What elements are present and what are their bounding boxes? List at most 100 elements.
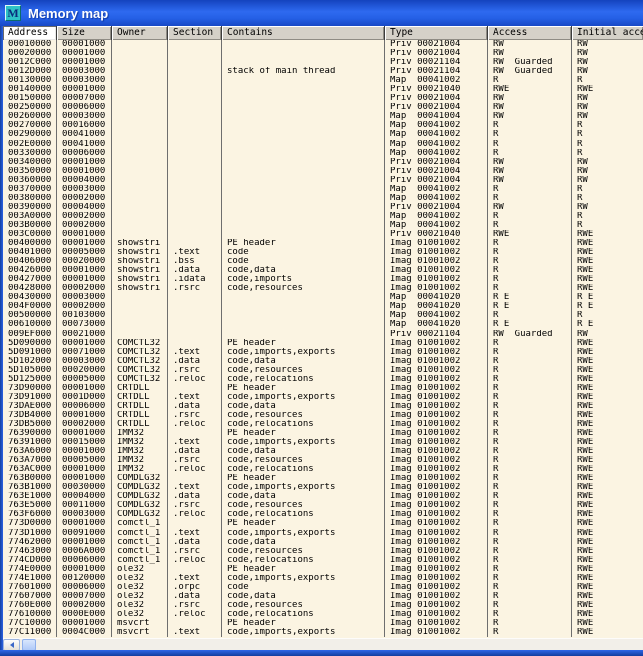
table-row[interactable]: 0040100000005000showstri.textcodeImag 01… bbox=[3, 248, 643, 257]
table-row[interactable]: 773D100000091000comctl_1.textcode,import… bbox=[3, 529, 643, 538]
table-row[interactable]: 774CD00000006000comctl_1.reloccode,reloc… bbox=[3, 556, 643, 565]
table-row[interactable]: 0012C00000001000Priv 00021104RW GuardedR… bbox=[3, 58, 643, 67]
table-row[interactable]: 0035000000001000Priv 00021004RWRW bbox=[3, 167, 643, 176]
column-header-address[interactable]: Address bbox=[3, 26, 57, 40]
column-header-section[interactable]: Section bbox=[168, 26, 222, 40]
cell-initial-access: RWE bbox=[572, 429, 643, 438]
table-row[interactable]: 5D10200000003000COMCTL32.datacode,dataIm… bbox=[3, 357, 643, 366]
title-bar[interactable]: M Memory map bbox=[0, 0, 643, 26]
table-row[interactable]: 763AC00000001000IMM32.reloccode,relocati… bbox=[3, 465, 643, 474]
table-row[interactable]: 7639100000015000IMM32.textcode,imports,e… bbox=[3, 438, 643, 447]
table-row[interactable]: 0014000000001000Priv 00021040RWERWE bbox=[3, 85, 643, 94]
table-row[interactable]: 7760700000007000ole32.datacode,dataImag … bbox=[3, 592, 643, 601]
column-header-owner[interactable]: Owner bbox=[112, 26, 168, 40]
table-row[interactable]: 004F000000002000Map 00041020R ER E bbox=[3, 302, 643, 311]
table-row[interactable]: 77C110000004C000msvcrt.textcode,imports,… bbox=[3, 628, 643, 637]
cell-section: .rsrc bbox=[168, 284, 222, 293]
table-row[interactable]: 73D910000001D000CRTDLL.textcode,imports,… bbox=[3, 393, 643, 402]
table-row[interactable]: 73DAE00000006000CRTDLL.datacode,dataImag… bbox=[3, 402, 643, 411]
table-row[interactable]: 0042700000001000showstri.idatacode,impor… bbox=[3, 275, 643, 284]
table-row[interactable]: 73D9000000001000CRTDLLPE headerImag 0100… bbox=[3, 384, 643, 393]
table-row[interactable]: 73DB500000002000CRTDLL.reloccode,relocat… bbox=[3, 420, 643, 429]
table-row[interactable]: 73DB400000001000CRTDLL.rsrccode,resource… bbox=[3, 411, 643, 420]
table-row[interactable]: 5D10500000020000COMCTL32.rsrccode,resour… bbox=[3, 366, 643, 375]
table-row[interactable]: 0040600000020000showstri.bsscodeImag 010… bbox=[3, 257, 643, 266]
table-row[interactable]: 0037000000003000Map 00041002RR bbox=[3, 185, 643, 194]
cell-type: Imag 01001002 bbox=[385, 583, 488, 592]
table-row[interactable]: 0039000000004000Priv 00021004RWRW bbox=[3, 203, 643, 212]
table-row[interactable]: 0015000000007000Priv 00021004RWRW bbox=[3, 94, 643, 103]
column-header-type[interactable]: Type bbox=[385, 26, 488, 40]
table-row[interactable]: 0050000000103000Map 00041002RR bbox=[3, 311, 643, 320]
table-row[interactable]: 5D09000000001000COMCTL32PE headerImag 01… bbox=[3, 339, 643, 348]
table-row[interactable]: 003C000000001000Priv 00021040RWERWE bbox=[3, 230, 643, 239]
cell-section bbox=[168, 293, 222, 302]
table-row[interactable]: 0042600000001000showstri.datacode,dataIm… bbox=[3, 266, 643, 275]
cell-owner: COMDLG32 bbox=[112, 492, 168, 501]
table-row[interactable]: 003B000000002000Map 00041002RR bbox=[3, 221, 643, 230]
cell-contains: PE header bbox=[222, 429, 385, 438]
cell-access: R bbox=[488, 357, 572, 366]
table-row[interactable]: 0027000000016000Map 00041002RR bbox=[3, 121, 643, 130]
table-row[interactable]: 0029000000041000Map 00041002RR bbox=[3, 130, 643, 139]
cell-type: Imag 01001002 bbox=[385, 556, 488, 565]
table-row[interactable]: 0025000000006000Priv 00021004RWRW bbox=[3, 103, 643, 112]
table-row[interactable]: 7746200000001000comctl_1.datacode,dataIm… bbox=[3, 538, 643, 547]
table-row[interactable]: 763A600000001000IMM32.datacode,dataImag … bbox=[3, 447, 643, 456]
table-row[interactable]: 002E000000041000Map 00041002RR bbox=[3, 140, 643, 149]
cell-address: 00360000 bbox=[3, 176, 57, 185]
table-row[interactable]: 0001000000001000Priv 00021004RWRW bbox=[3, 40, 643, 49]
cell-address: 73DB4000 bbox=[3, 411, 57, 420]
table-row[interactable]: 0013000000003000Map 00041002RR bbox=[3, 76, 643, 85]
table-row[interactable]: 009EF00000021000Priv 00021104RW GuardedR… bbox=[3, 330, 643, 339]
column-header-size[interactable]: Size bbox=[57, 26, 112, 40]
cell-initial-access: RWE bbox=[572, 565, 643, 574]
cell-contains bbox=[222, 230, 385, 239]
table-row[interactable]: 774E000000001000ole32PE headerImag 01001… bbox=[3, 565, 643, 574]
table-row[interactable]: 763E100000004000COMDLG32.datacode,dataIm… bbox=[3, 492, 643, 501]
table-row[interactable]: 763B000000001000COMDLG32PE headerImag 01… bbox=[3, 474, 643, 483]
table-row[interactable]: 0040000000001000showstriPE headerImag 01… bbox=[3, 239, 643, 248]
table-row[interactable]: 5D12500000005000COMCTL32.reloccode,reloc… bbox=[3, 375, 643, 384]
table-row[interactable]: 773D000000001000comctl_1PE headerImag 01… bbox=[3, 519, 643, 528]
cell-type: Imag 01001002 bbox=[385, 266, 488, 275]
table-row[interactable]: 0043000000003000Map 00041020R ER E bbox=[3, 293, 643, 302]
cell-contains: code,resources bbox=[222, 547, 385, 556]
table-row[interactable]: 0033000000006000Map 00041002RR bbox=[3, 149, 643, 158]
table-row[interactable]: 763B100000030000COMDLG32.textcode,import… bbox=[3, 483, 643, 492]
table-row[interactable]: 7760100000006000ole32.orpccodeImag 01001… bbox=[3, 583, 643, 592]
column-header-access[interactable]: Access bbox=[488, 26, 572, 40]
table-row[interactable]: 0002000000001000Priv 00021004RWRW bbox=[3, 49, 643, 58]
table-row[interactable]: 763A700000005000IMM32.rsrccode,resources… bbox=[3, 456, 643, 465]
table-row[interactable]: 0038000000002000Map 00041002RR bbox=[3, 194, 643, 203]
cell-type: Imag 01001002 bbox=[385, 366, 488, 375]
cell-type: Map 00041002 bbox=[385, 185, 488, 194]
table-row[interactable]: 5D09100000071000COMCTL32.textcode,import… bbox=[3, 348, 643, 357]
table-row[interactable]: 774630000006A000comctl_1.rsrccode,resour… bbox=[3, 547, 643, 556]
table-row[interactable]: 0012D00000003000stack of main threadPriv… bbox=[3, 67, 643, 76]
column-header-contains[interactable]: Contains bbox=[222, 26, 385, 40]
table-row[interactable]: 0036000000004000Priv 00021004RWRW bbox=[3, 176, 643, 185]
cell-type: Imag 01001002 bbox=[385, 610, 488, 619]
cell-type: Imag 01001002 bbox=[385, 501, 488, 510]
table-row[interactable]: 0026000000003000Map 00041004RWRW bbox=[3, 112, 643, 121]
table-row[interactable]: 7639000000001000IMM32PE headerImag 01001… bbox=[3, 429, 643, 438]
table-row[interactable]: 003A000000002000Map 00041002RR bbox=[3, 212, 643, 221]
table-row[interactable]: 0034000000001000Priv 00021004RWRW bbox=[3, 158, 643, 167]
table-row[interactable]: 77C1000000001000msvcrtPE headerImag 0100… bbox=[3, 619, 643, 628]
table-row[interactable]: 0042800000002000showstri.rsrccode,resour… bbox=[3, 284, 643, 293]
column-header-initial-access[interactable]: Initial access bbox=[572, 26, 643, 40]
cell-contains: PE header bbox=[222, 339, 385, 348]
cell-access: R bbox=[488, 212, 572, 221]
cell-owner bbox=[112, 167, 168, 176]
cell-access: R bbox=[488, 501, 572, 510]
table-row[interactable]: 0061000000073000Map 00041020R ER E bbox=[3, 320, 643, 329]
cell-contains: PE header bbox=[222, 384, 385, 393]
table-row[interactable]: 774E100000120000ole32.textcode,imports,e… bbox=[3, 574, 643, 583]
table-row[interactable]: 7760E00000002000ole32.rsrccode,resources… bbox=[3, 601, 643, 610]
table-row[interactable]: 763E500000011000COMDLG32.rsrccode,resour… bbox=[3, 501, 643, 510]
cell-owner: comctl_1 bbox=[112, 529, 168, 538]
table-row[interactable]: 776100000000E000ole32.reloccode,relocati… bbox=[3, 610, 643, 619]
cell-contains: code,imports,exports bbox=[222, 483, 385, 492]
table-row[interactable]: 763F600000003000COMDLG32.reloccode,reloc… bbox=[3, 510, 643, 519]
